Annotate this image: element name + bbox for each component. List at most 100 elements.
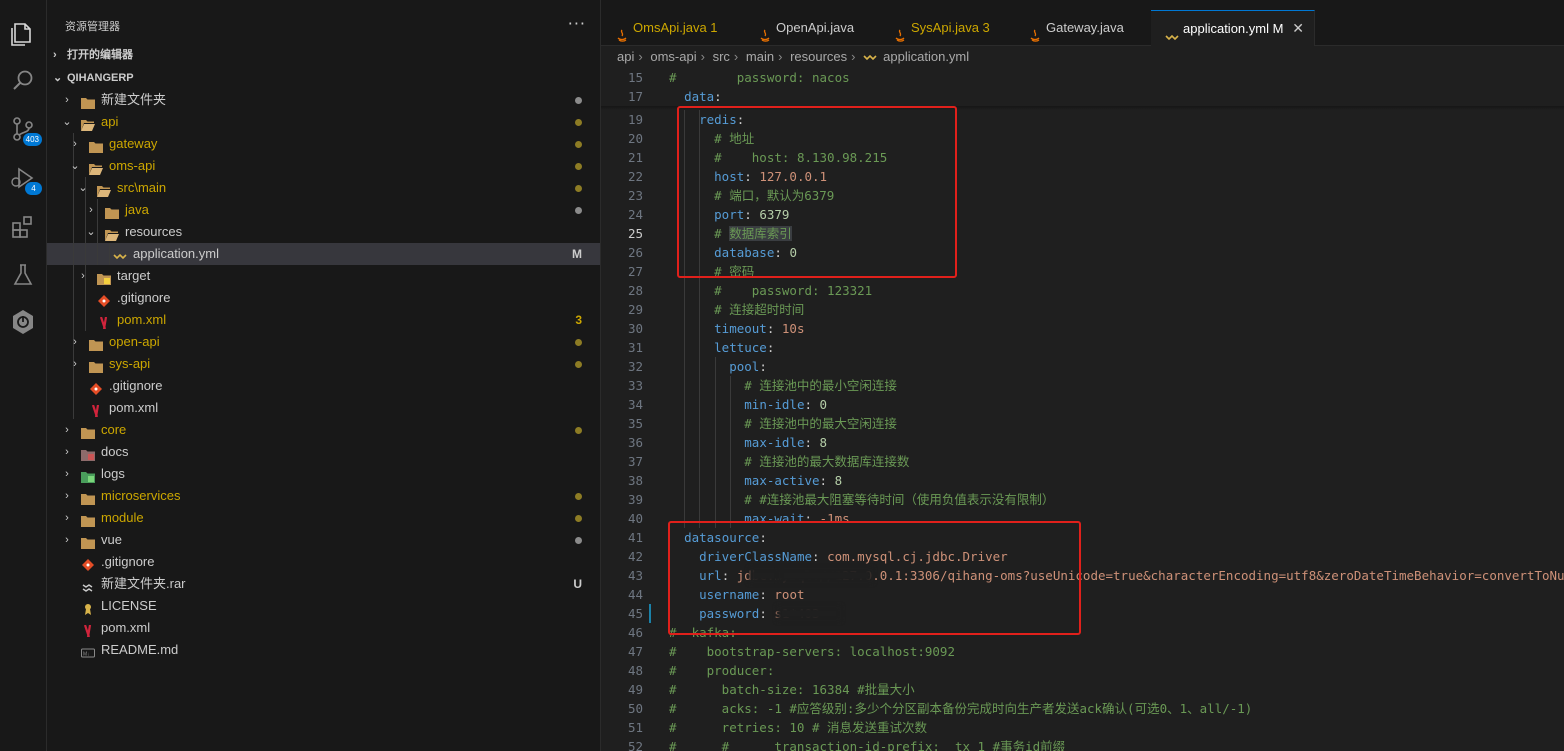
indent-guide <box>97 199 98 221</box>
tab-application-yml[interactable]: application.yml M ✕ <box>1151 10 1315 46</box>
tree-file[interactable]: .gitignore <box>47 287 600 309</box>
tree-folder[interactable]: › 新建文件夹 <box>47 89 600 111</box>
tree-file[interactable]: M↓ README.md <box>47 639 600 661</box>
line-number: 20 <box>627 131 643 146</box>
folder-icon <box>105 204 119 219</box>
code-line: # 连接池的最大数据库连接数 <box>744 454 910 469</box>
workspace-root-section[interactable]: ⌄ QIHANGERP <box>47 67 600 89</box>
code-line: max-idle: 8 <box>744 435 828 450</box>
tree-file[interactable]: .gitignore <box>47 551 600 573</box>
workspace-root-label: QIHANGERP <box>67 72 134 84</box>
tree-folder[interactable]: ⌄ resources <box>47 221 600 243</box>
folder-icon <box>81 512 95 527</box>
breadcrumb-item[interactable]: application.yml <box>883 46 969 68</box>
git-status-badge: M <box>572 247 582 261</box>
more-actions-button[interactable]: ··· <box>568 14 586 33</box>
explorer-icon[interactable] <box>8 19 38 49</box>
tab-omsapi-java[interactable]: OmsApi.java 1 <box>601 10 745 45</box>
svg-text:M↓: M↓ <box>83 652 90 658</box>
code-line: host: 127.0.0.1 <box>714 169 828 184</box>
code-line: # retries: 10 # 消息发送重试次数 <box>669 720 928 735</box>
tab-openapi-java[interactable]: OpenApi.java <box>744 10 880 45</box>
sticky-scroll-line: # password: nacos <box>669 70 850 85</box>
tree-folder[interactable]: › microservices <box>47 485 600 507</box>
java-file-icon <box>893 21 907 42</box>
folder-docs-icon <box>81 446 95 461</box>
indent-guide <box>85 287 86 309</box>
code-line: # #连接池最大阻塞等待时间（使用负值表示没有限制） <box>744 492 1055 507</box>
chevron-right-icon: › <box>65 468 69 480</box>
tree-file[interactable]: pom.xml <box>47 617 600 639</box>
spring-boot-icon[interactable] <box>8 307 38 337</box>
chevron-down-icon: ⌄ <box>86 226 96 238</box>
close-icon[interactable]: ✕ <box>1292 11 1304 46</box>
breadcrumb-item[interactable]: src <box>713 46 730 68</box>
line-number: 31 <box>627 340 643 355</box>
tree-item-label: pom.xml <box>101 620 151 635</box>
git-status-dot <box>575 141 582 148</box>
breadcrumb-item[interactable]: api <box>617 46 634 68</box>
line-number: 33 <box>627 378 643 393</box>
tree-file[interactable]: pom.xml <box>47 397 600 419</box>
tab-gateway-java[interactable]: Gateway.java <box>1014 10 1152 45</box>
git-status-dot <box>575 119 582 126</box>
code-line: timeout: 10s <box>714 321 805 336</box>
breadcrumb-item[interactable]: main <box>746 46 774 68</box>
chevron-right-icon: › <box>638 49 643 64</box>
extensions-icon[interactable] <box>8 212 38 242</box>
tree-item-label: open-api <box>109 334 160 349</box>
source-control-icon[interactable]: 403 <box>8 114 42 146</box>
tree-folder[interactable]: ⌄ src\main <box>47 177 600 199</box>
search-icon[interactable] <box>8 66 38 96</box>
tree-item-label: 新建文件夹 <box>101 92 167 107</box>
activity-bar: 403 4 <box>0 0 47 751</box>
tree-item-label: core <box>101 422 127 437</box>
breadcrumb-item[interactable]: resources <box>790 46 847 68</box>
tree-file[interactable]: .gitignore <box>47 375 600 397</box>
tree-folder[interactable]: ⌄ api <box>47 111 600 133</box>
tree-folder[interactable]: › core <box>47 419 600 441</box>
tree-item-label: resources <box>125 224 183 239</box>
tree-file[interactable]: 新建文件夹.rar U <box>47 573 600 595</box>
code-line: port: 6379 <box>714 207 790 222</box>
tree-item-label: api <box>101 114 119 129</box>
tree-file[interactable]: LICENSE <box>47 595 600 617</box>
testing-icon[interactable] <box>8 260 38 290</box>
tree-folder[interactable]: › target <box>47 265 600 287</box>
line-number: 32 <box>627 359 643 374</box>
open-editors-section[interactable]: › 打开的编辑器 <box>47 44 600 66</box>
git-status-dot <box>575 97 582 104</box>
tree-folder[interactable]: ⌄ oms-api <box>47 155 600 177</box>
tree-folder[interactable]: › docs <box>47 441 600 463</box>
tree-folder[interactable]: › logs <box>47 463 600 485</box>
redaction-smudge <box>779 568 873 583</box>
tree-folder[interactable]: › vue <box>47 529 600 551</box>
explorer-title: 资源管理器 <box>65 21 120 33</box>
line-number: 35 <box>627 416 643 431</box>
indent-guide <box>73 199 74 221</box>
code-editor[interactable]: 15 # password: nacos 17 data: 19 redis: 20 #… <box>601 68 1564 751</box>
git-icon <box>97 292 111 307</box>
tree-folder[interactable]: › open-api <box>47 331 600 353</box>
tree-item-label: logs <box>101 466 125 481</box>
tree-folder[interactable]: › sys-api <box>47 353 600 375</box>
maven-icon <box>81 622 95 638</box>
code-line: # host: 8.130.98.215 <box>714 150 888 165</box>
tree-file[interactable]: pom.xml 3 <box>47 309 600 331</box>
tree-item-label: application.yml <box>133 246 219 261</box>
scm-badge: 403 <box>22 133 42 146</box>
breadcrumb-item[interactable]: oms-api <box>650 46 696 68</box>
tree-file[interactable]: application.yml M <box>47 243 600 265</box>
folder-icon <box>81 424 95 439</box>
tab-sysapi-java[interactable]: SysApi.java 3 <box>879 10 1015 45</box>
chevron-right-icon: › <box>733 49 739 64</box>
tree-folder[interactable]: › gateway <box>47 133 600 155</box>
tree-item-label: README.md <box>101 642 179 657</box>
git-status-dot <box>575 339 582 346</box>
tree-item-label: gateway <box>109 136 158 151</box>
tree-folder[interactable]: › java <box>47 199 600 221</box>
code-line: # 数据库索引 <box>714 226 792 241</box>
folder-icon <box>89 138 103 153</box>
run-debug-icon[interactable]: 4 <box>8 163 42 195</box>
tree-folder[interactable]: › module <box>47 507 600 529</box>
